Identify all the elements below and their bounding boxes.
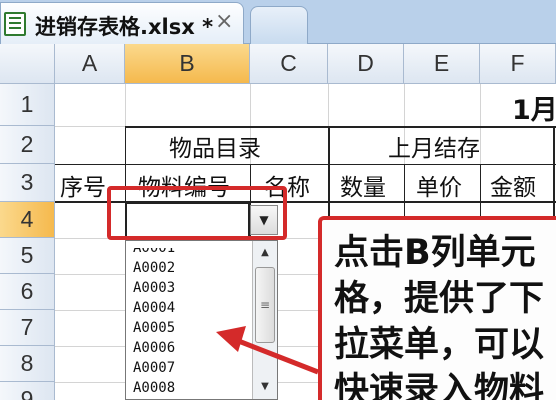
annotation-text: 点击B列单元 格，提供了下 拉菜单，可以 快速录入物料 bbox=[334, 233, 545, 400]
annotation-callout: 点击B列单元 格，提供了下 拉菜单，可以 快速录入物料 bbox=[318, 216, 556, 400]
